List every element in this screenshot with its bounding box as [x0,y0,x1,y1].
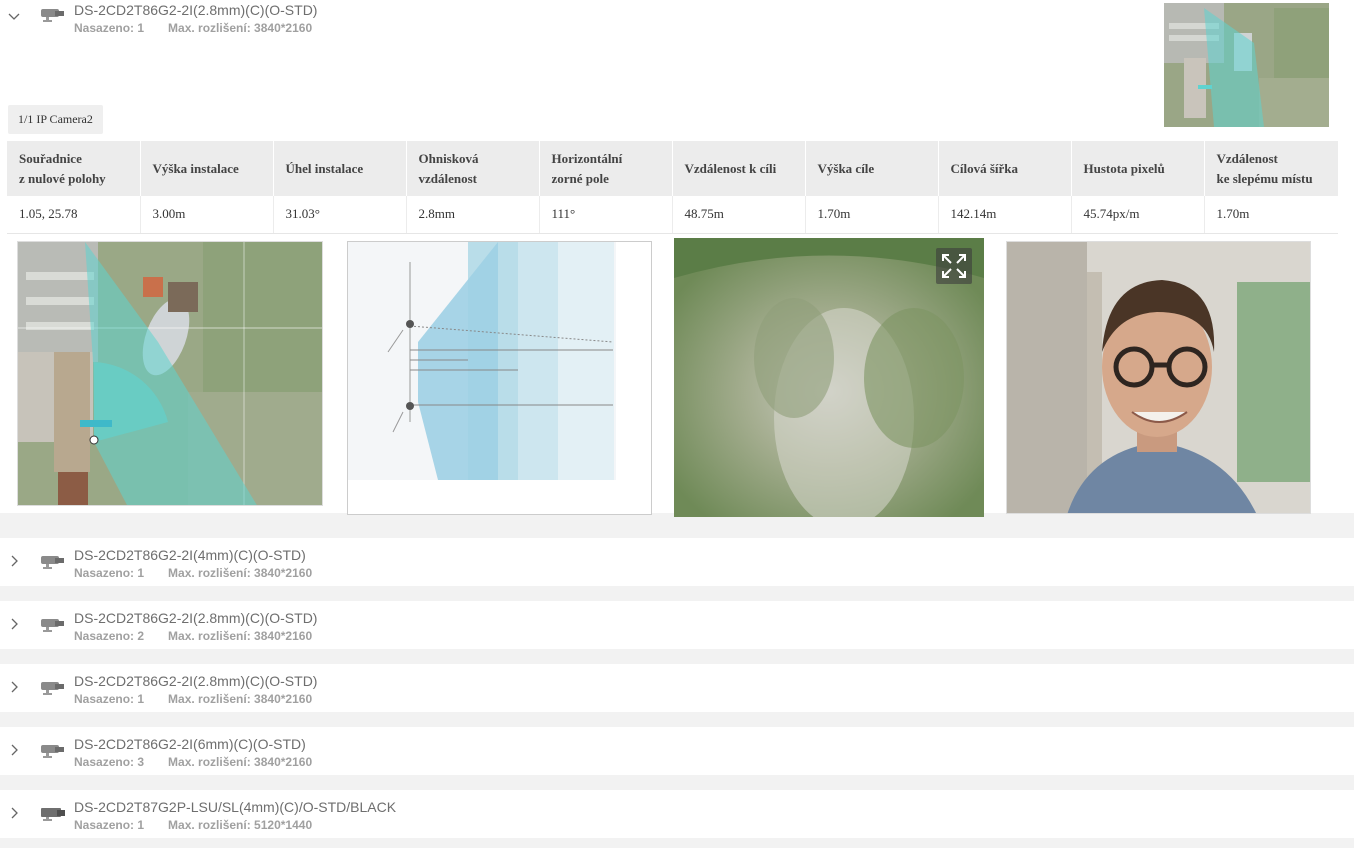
device-row[interactable]: DS-2CD2T87G2P-LSU/SL(4mm)(C)/O-STD/BLACK… [0,790,1354,838]
table-cell: 142.14m [937,196,1071,234]
map-fov-preview[interactable] [17,241,323,506]
device-row[interactable]: DS-2CD2T86G2-2I(6mm)(C)(O-STD) Nasazeno:… [0,727,1354,775]
deployed-count: Nasazeno: 1 [74,692,145,706]
device-title: DS-2CD2T86G2-2I(2.8mm)(C)(O-STD) [74,610,318,626]
chevron-right-icon[interactable] [8,555,20,567]
chevron-right-icon[interactable] [8,681,20,693]
pixel-density-sample-image[interactable] [1006,241,1311,514]
bullet-camera-icon [40,679,66,695]
col-header: Vzdálenost ke slepému místu [1203,141,1338,196]
table-header-row: Souřadnice z nulové polohy Výška instalac… [7,141,1338,196]
device-title: DS-2CD2T86G2-2I(2.8mm)(C)(O-STD) [74,673,318,689]
chevron-down-icon[interactable] [8,10,20,22]
max-resolution: Max. rozlišení: 3840*2160 [168,566,313,580]
camera-tab[interactable]: 1/1 IP Camera2 [8,105,103,134]
col-header: Souřadnice z nulové polohy [7,141,140,196]
max-resolution: Max. rozlišení: 3840*2160 [168,755,313,769]
device-title: DS-2CD2T87G2P-LSU/SL(4mm)(C)/O-STD/BLACK [74,799,397,815]
table-cell: 3.00m [139,196,273,234]
expanded-device-panel: DS-2CD2T86G2-2I(2.8mm)(C)(O-STD) Nasazen… [0,0,1354,517]
device-row[interactable]: DS-2CD2T86G2-2I(2.8mm)(C)(O-STD) Nasazen… [0,664,1354,712]
max-resolution: Max. rozlišení: 3840*2160 [168,21,313,35]
chevron-right-icon[interactable] [8,744,20,756]
max-resolution: Max. rozlišení: 5120*1440 [168,818,313,832]
table-cell: 111° [538,196,672,234]
table-cell: 31.03° [272,196,406,234]
table-cell: 2.8mm [405,196,539,234]
device-meta: Nasazeno: 1 Max. rozlišení: 3840*2160 [74,21,312,35]
device-meta: Nasazeno: 1 Max. rozlišení: 5120*1440 [74,818,312,832]
table-cell: 45.74px/m [1070,196,1204,234]
table-row: 1.05, 25.78 3.00m 31.03° 2.8mm 111° 48.7… [7,196,1338,234]
col-header: Ohnisková vzdálenost [405,141,539,196]
device-meta: Nasazeno: 2 Max. rozlišení: 3840*2160 [74,629,312,643]
bullet-camera-icon [40,616,66,632]
device-row[interactable]: DS-2CD2T86G2-2I(4mm)(C)(O-STD) Nasazeno:… [0,538,1354,586]
col-header: Cílová šířka [937,141,1071,196]
camera-view-preview[interactable] [674,238,984,517]
camera-parameters-table: Souřadnice z nulové polohy Výška instalac… [7,141,1338,234]
device-row[interactable]: DS-2CD2T86G2-2I(2.8mm)(C)(O-STD) Nasazen… [0,601,1354,649]
table-cell: 1.05, 25.78 [7,196,140,234]
device-meta: Nasazeno: 3 Max. rozlišení: 3840*2160 [74,755,312,769]
map-thumbnail[interactable] [1164,3,1329,127]
deployed-count: Nasazeno: 1 [74,21,145,35]
col-header: Horizontální zorné pole [538,141,672,196]
bullet-camera-icon [40,805,66,821]
col-header: Úhel instalace [272,141,406,196]
device-title: DS-2CD2T86G2-2I(6mm)(C)(O-STD) [74,736,306,752]
fullscreen-icon [942,254,966,278]
chevron-right-icon[interactable] [8,807,20,819]
table-cell: 1.70m [804,196,938,234]
col-header: Vzdálenost k cíli [671,141,805,196]
deployed-count: Nasazeno: 1 [74,818,145,832]
chevron-right-icon[interactable] [8,618,20,630]
device-title: DS-2CD2T86G2-2I(4mm)(C)(O-STD) [74,547,306,563]
table-cell: 1.70m [1203,196,1338,234]
fullscreen-button[interactable] [936,248,972,284]
device-header[interactable]: DS-2CD2T86G2-2I(2.8mm)(C)(O-STD) Nasazen… [0,0,1354,48]
bullet-camera-icon [40,553,66,569]
device-title: DS-2CD2T86G2-2I(2.8mm)(C)(O-STD) [74,2,318,18]
max-resolution: Max. rozlišení: 3840*2160 [168,629,313,643]
deployed-count: Nasazeno: 1 [74,566,145,580]
bullet-camera-icon [40,6,66,22]
side-view-diagram[interactable] [347,241,652,515]
max-resolution: Max. rozlišení: 3840*2160 [168,692,313,706]
col-header: Výška instalace [139,141,273,196]
device-meta: Nasazeno: 1 Max. rozlišení: 3840*2160 [74,692,312,706]
col-header: Výška cíle [804,141,938,196]
deployed-count: Nasazeno: 3 [74,755,145,769]
col-header: Hustota pixelů [1070,141,1204,196]
deployed-count: Nasazeno: 2 [74,629,145,643]
bullet-camera-icon [40,742,66,758]
table-cell: 48.75m [671,196,805,234]
device-meta: Nasazeno: 1 Max. rozlišení: 3840*2160 [74,566,312,580]
